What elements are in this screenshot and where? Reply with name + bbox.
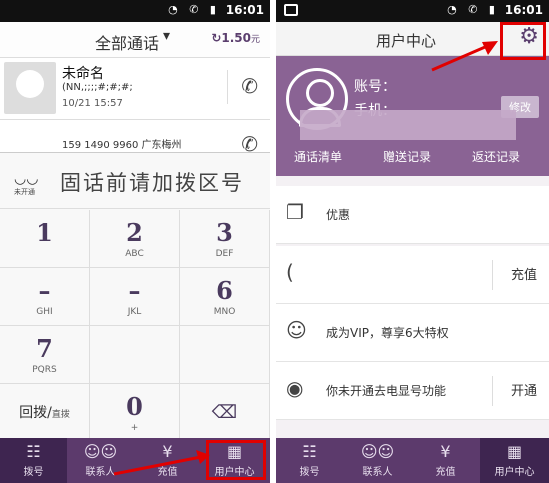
profile-card: 账号： 手机： 修改 通话清单 赠送记录 返还记录 [276, 56, 549, 176]
menu-item-vip[interactable]: ☺ 成为VIP，尊享6大特权 [276, 304, 549, 362]
eye-icon: ◉ [286, 376, 304, 400]
status-time: 16:01 [225, 3, 264, 17]
key-0[interactable]: 0 + [90, 384, 180, 442]
key-3[interactable]: 3 DEF [180, 210, 270, 268]
dialer-screen: ◔ ✆ ▮ 16:01 全部通话 ▾ ↻1.50元 未命名 (NN,;;;;#;… [0, 0, 270, 483]
key-1[interactable]: 1 [0, 210, 90, 268]
dial-caption: 未开通 [14, 188, 35, 196]
dial-input[interactable]: ◡◡ 未开通 固话前请加拨区号 [0, 153, 270, 209]
call-number: (NN,;;;;#;#;#; [62, 82, 133, 93]
status-icons: ◔ ✆ ▮ [447, 3, 499, 16]
call-number: 159 1490 9960 广东梅州 [62, 140, 182, 151]
call-time: 10/21 15:57 [62, 98, 123, 109]
contacts-icon: ☺☺ [360, 442, 395, 461]
delete-button[interactable]: ⌫ [180, 384, 270, 442]
menu-item-recharge[interactable]: ( 充值 [276, 246, 549, 304]
avatar [4, 62, 56, 114]
user-center-screen: ◔ ✆ ▮ 16:01 用户中心 ⚙ 账号： 手机： 修改 通话清单 赠送记录 … [276, 0, 549, 483]
dial-hint: 固话前请加拨区号 [60, 171, 244, 195]
recharge-button[interactable]: 充值 [511, 264, 537, 283]
account-label: 账号： [354, 79, 396, 95]
gift-record-link[interactable]: 赠送记录 [383, 148, 431, 165]
key-4[interactable]: – GHI [0, 268, 90, 326]
status-bar: ◔ ✆ ▮ 16:01 [276, 0, 549, 22]
vip-user-icon: ☺ [286, 318, 307, 342]
key-8[interactable] [90, 326, 180, 384]
chevron-down-icon[interactable]: ▾ [163, 28, 170, 44]
call-list-link[interactable]: 通话清单 [294, 148, 342, 165]
tab-recharge[interactable]: ¥ 充值 [412, 438, 479, 483]
call-log-row[interactable]: 未命名 (NN,;;;;#;#;#; 10/21 15:57 ✆ [0, 58, 270, 120]
menu-item-discount[interactable]: ❐ 优惠 [276, 186, 549, 244]
refund-record-link[interactable]: 返还记录 [472, 148, 520, 165]
annotation-arrow [431, 41, 498, 72]
call-log-header: 全部通话 ▾ ↻1.50元 [0, 22, 270, 58]
dial-pad: ◡◡ 未开通 固话前请加拨区号 1 2 ABC 3 DEF – GHI – JKL 6M… [0, 152, 270, 442]
status-time: 16:01 [504, 3, 543, 17]
circle-icon: ( [286, 260, 294, 284]
divider [492, 260, 493, 290]
menu-item-caller-id[interactable]: ◉ 你未开通去电显号功能 开通 [276, 362, 549, 420]
tab-user-center[interactable]: ▦ 用户中心 [480, 438, 549, 483]
bottom-tab-bar: ☷ 拨号 ☺☺ 联系人 ¥ 充值 ▦ 用户中心 [276, 438, 549, 483]
key-5[interactable]: – JKL [90, 268, 180, 326]
yen-icon: ¥ [440, 442, 451, 461]
activate-button[interactable]: 开通 [511, 380, 537, 399]
callback-button[interactable]: 回拨/直拨 [0, 384, 90, 442]
key-2[interactable]: 2 ABC [90, 210, 180, 268]
refresh-icon: ↻ [211, 31, 222, 45]
key-7[interactable]: 7 PQRS [0, 326, 90, 384]
divider [492, 376, 493, 406]
backspace-icon: ⌫ [211, 402, 238, 423]
eye-closed-icon: ◡◡ [14, 171, 39, 187]
redacted-area [300, 110, 516, 140]
tab-dial[interactable]: ☷ 拨号 [0, 438, 67, 483]
divider [227, 70, 228, 104]
balance-display[interactable]: ↻1.50元 [211, 31, 260, 45]
dialpad-icon: ☷ [302, 442, 317, 461]
status-icons: ◔ ✆ ▮ [168, 3, 220, 16]
dialpad-icon: ☷ [26, 442, 41, 461]
record-links: 通话清单 赠送记录 返还记录 [276, 144, 549, 176]
key-9[interactable] [180, 326, 270, 384]
annotation-arrow [113, 450, 210, 476]
phone-icon[interactable]: ✆ [241, 74, 258, 98]
tab-contacts[interactable]: ☺☺ 联系人 [344, 438, 411, 483]
grid-icon: ▦ [506, 442, 523, 461]
call-filter-title[interactable]: 全部通话 [95, 30, 159, 54]
tag-icon: ❐ [286, 200, 304, 224]
contact-name: 未命名 [62, 66, 104, 82]
image-icon [284, 4, 298, 16]
status-bar: ◔ ✆ ▮ 16:01 [0, 0, 270, 22]
tab-dial[interactable]: ☷ 拨号 [276, 438, 343, 483]
highlight-box [500, 22, 546, 60]
key-6[interactable]: 6 MNO [180, 268, 270, 326]
